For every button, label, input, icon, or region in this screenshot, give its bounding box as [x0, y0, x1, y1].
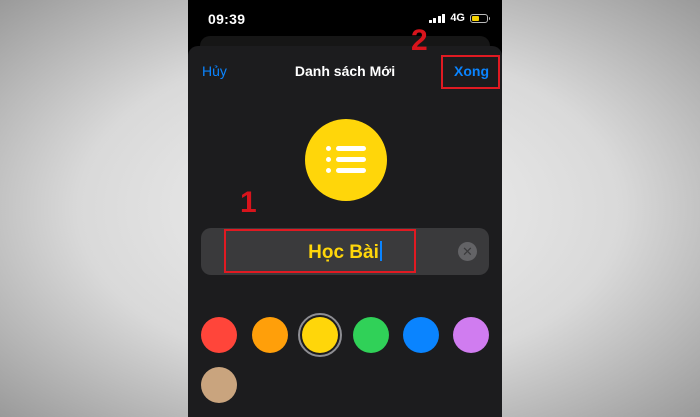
- network-type: 4G: [450, 12, 465, 24]
- color-swatch-yellow[interactable]: [302, 317, 338, 353]
- battery-icon: [470, 13, 490, 23]
- done-highlight-box: [441, 55, 500, 89]
- field-highlight-box: [224, 229, 416, 273]
- list-row-3: [326, 168, 366, 173]
- battery-level: [472, 15, 479, 21]
- color-swatch-brown[interactable]: [201, 367, 237, 403]
- signal-bars-icon: [428, 13, 446, 23]
- color-swatch-green[interactable]: [353, 317, 389, 353]
- step-1-label: 1: [240, 186, 257, 219]
- list-row-2: [326, 157, 366, 162]
- status-bar: 09:39 4G: [188, 0, 502, 38]
- clear-x-icon[interactable]: ✕: [458, 242, 477, 261]
- status-time: 09:39: [208, 11, 246, 27]
- step-2-label: 2: [411, 24, 428, 57]
- status-indicators: 4G: [428, 12, 490, 24]
- list-bullet-icon[interactable]: [305, 119, 387, 201]
- color-swatch-orange[interactable]: [252, 317, 288, 353]
- color-swatch-blue[interactable]: [403, 317, 439, 353]
- list-row-1: [326, 146, 366, 151]
- color-swatch-purple[interactable]: [453, 317, 489, 353]
- color-swatch-red[interactable]: [201, 317, 237, 353]
